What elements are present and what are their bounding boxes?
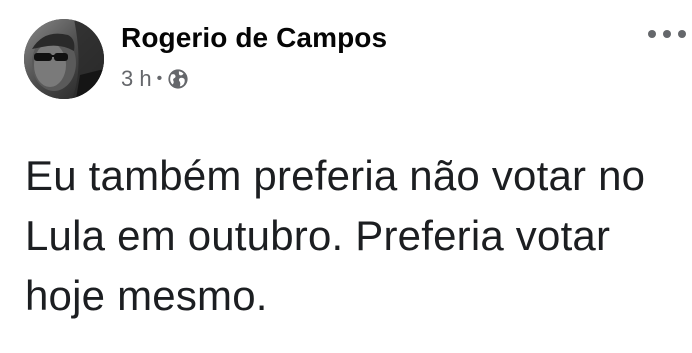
- globe-icon[interactable]: [167, 68, 189, 90]
- meta-separator: •: [156, 70, 163, 87]
- post-text: Eu também preferia não votar no Lula em …: [25, 152, 646, 319]
- more-options-button[interactable]: [648, 24, 686, 44]
- more-dot-3: [678, 30, 686, 38]
- author-name[interactable]: Rogerio de Campos: [121, 20, 387, 56]
- post-meta: 3 h •: [121, 64, 189, 94]
- author-avatar[interactable]: [24, 19, 104, 99]
- post-card: Rogerio de Campos 3 h • Eu também prefer…: [0, 0, 692, 353]
- more-dot-2: [663, 30, 671, 38]
- more-dot-1: [648, 30, 656, 38]
- avatar-photo: [24, 19, 104, 99]
- post-timestamp[interactable]: 3 h: [121, 64, 152, 94]
